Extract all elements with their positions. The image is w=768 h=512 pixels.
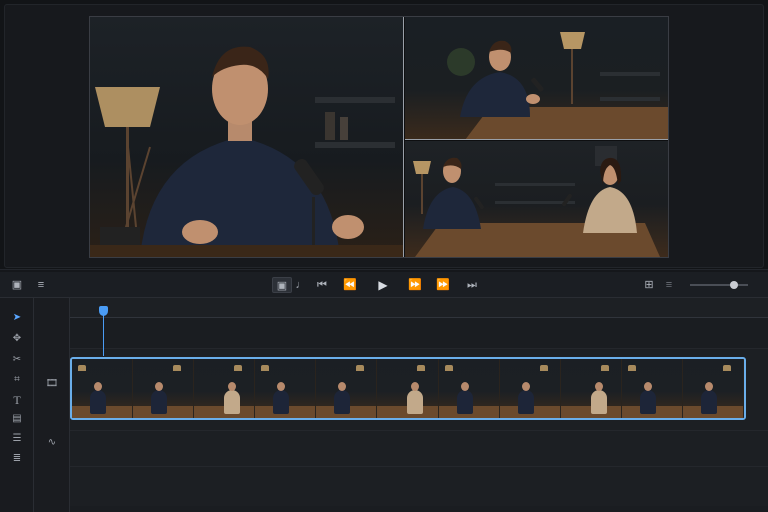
host-desk-illustration xyxy=(447,32,668,139)
lamp-shape xyxy=(627,365,636,371)
clip-thumbnail xyxy=(621,359,683,418)
layers-tool-icon[interactable]: ≣ xyxy=(8,451,26,467)
person-shape xyxy=(334,390,351,414)
person-shape xyxy=(590,390,607,414)
timeline-ruler[interactable] xyxy=(70,298,768,318)
lamp-shape xyxy=(722,365,731,371)
two-shot-pane[interactable] xyxy=(405,141,668,257)
monitor-icon[interactable]: ▣ xyxy=(8,277,26,293)
subtitle-tool-icon[interactable]: ☰ xyxy=(8,431,26,447)
playhead-line xyxy=(103,314,104,356)
clip-thumbnail xyxy=(438,359,500,418)
skip-to-start-icon[interactable]: ⏮ xyxy=(313,277,331,293)
lamp-shape xyxy=(417,365,426,371)
clip-thumbnail xyxy=(377,359,439,418)
select-tool-icon[interactable]: ➤ xyxy=(8,310,26,326)
person-shape xyxy=(517,390,534,414)
lamp-shape xyxy=(173,365,182,371)
playhead-handle[interactable] xyxy=(99,306,108,316)
skip-to-end-icon[interactable]: ⏭ xyxy=(463,277,481,293)
track-headers: 🎞 ∿ xyxy=(34,298,70,512)
clip-thumbnail xyxy=(133,359,195,418)
lamp-shape xyxy=(356,365,365,371)
audio-track-lane[interactable] xyxy=(70,430,768,466)
lamp-shape xyxy=(78,365,86,371)
wide-host-pane[interactable] xyxy=(405,17,668,140)
head-shape xyxy=(94,382,102,391)
host-closeup-illustration xyxy=(90,46,403,257)
person-shape xyxy=(224,390,241,414)
video-editor: ▣ ≡ ▣ ♩ ⏮ ⏪ ▶ ⏩ ⏩ ⏭ ⊞ ≡ ➤ ✥ ✂ ⌗ T ▤ ☰ ≣ … xyxy=(0,0,768,512)
zoom-slider-track[interactable] xyxy=(690,284,748,286)
person-shape xyxy=(456,390,473,414)
film-icon[interactable]: 🎞 xyxy=(43,377,61,391)
person-shape xyxy=(407,390,424,414)
head-shape xyxy=(460,382,469,391)
head-shape xyxy=(594,382,603,391)
zoom-slider-handle[interactable] xyxy=(730,281,738,289)
head-shape xyxy=(338,382,347,391)
audio-note-icon[interactable]: ♩ xyxy=(292,277,310,293)
fast-forward-icon[interactable]: ⏩ xyxy=(406,277,424,293)
head-shape xyxy=(411,382,420,391)
safe-frame-icon[interactable]: ▣ xyxy=(272,277,292,293)
play-icon[interactable]: ▶ xyxy=(374,277,392,293)
lamp-shape xyxy=(234,365,243,371)
tool-strip: ➤ ✥ ✂ ⌗ T ▤ ☰ ≣ xyxy=(0,298,34,512)
timeline[interactable] xyxy=(70,298,768,512)
host-guest-illustration xyxy=(413,146,660,257)
clip-thumbnail xyxy=(255,359,317,418)
head-shape xyxy=(521,382,530,391)
list-icon[interactable]: ≡ xyxy=(660,277,678,293)
person-shape xyxy=(700,390,717,414)
empty-track-lane[interactable] xyxy=(70,466,768,506)
clip-thumbnail xyxy=(682,359,744,418)
clip-thumbnail xyxy=(316,359,378,418)
preview-panel xyxy=(0,0,768,270)
person-shape xyxy=(90,390,106,414)
clip-thumbnail xyxy=(72,359,134,418)
rewind-icon[interactable]: ⏪ xyxy=(341,277,359,293)
clip-thumbnail xyxy=(499,359,561,418)
program-monitor[interactable] xyxy=(89,16,669,258)
lamp-shape xyxy=(261,365,270,371)
step-forward-icon[interactable]: ⏩ xyxy=(434,277,452,293)
video-clip[interactable] xyxy=(70,357,746,420)
razor-tool-icon[interactable]: ✂ xyxy=(8,352,26,368)
head-shape xyxy=(704,382,713,391)
text-tool-icon[interactable]: T xyxy=(8,392,26,408)
person-shape xyxy=(151,390,168,414)
lamp-shape xyxy=(444,365,453,371)
caption-tool-icon[interactable]: ▤ xyxy=(8,411,26,427)
person-shape xyxy=(639,390,656,414)
crop-tool-icon[interactable]: ⌗ xyxy=(8,372,26,388)
clip-thumbnail xyxy=(194,359,256,418)
waveform-icon[interactable]: ∿ xyxy=(43,436,61,450)
lamp-shape xyxy=(600,365,609,371)
transport-bar: ▣ ≡ ▣ ♩ ⏮ ⏪ ▶ ⏩ ⏩ ⏭ ⊞ ≡ xyxy=(0,272,768,298)
lamp-shape xyxy=(539,365,548,371)
main-camera-pane[interactable] xyxy=(90,17,404,257)
clip-thumbnail xyxy=(560,359,622,418)
person-shape xyxy=(273,390,290,414)
move-tool-icon[interactable]: ✥ xyxy=(8,331,26,347)
menu-icon[interactable]: ≡ xyxy=(32,277,50,293)
head-shape xyxy=(643,382,652,391)
grid-icon[interactable]: ⊞ xyxy=(640,277,658,293)
